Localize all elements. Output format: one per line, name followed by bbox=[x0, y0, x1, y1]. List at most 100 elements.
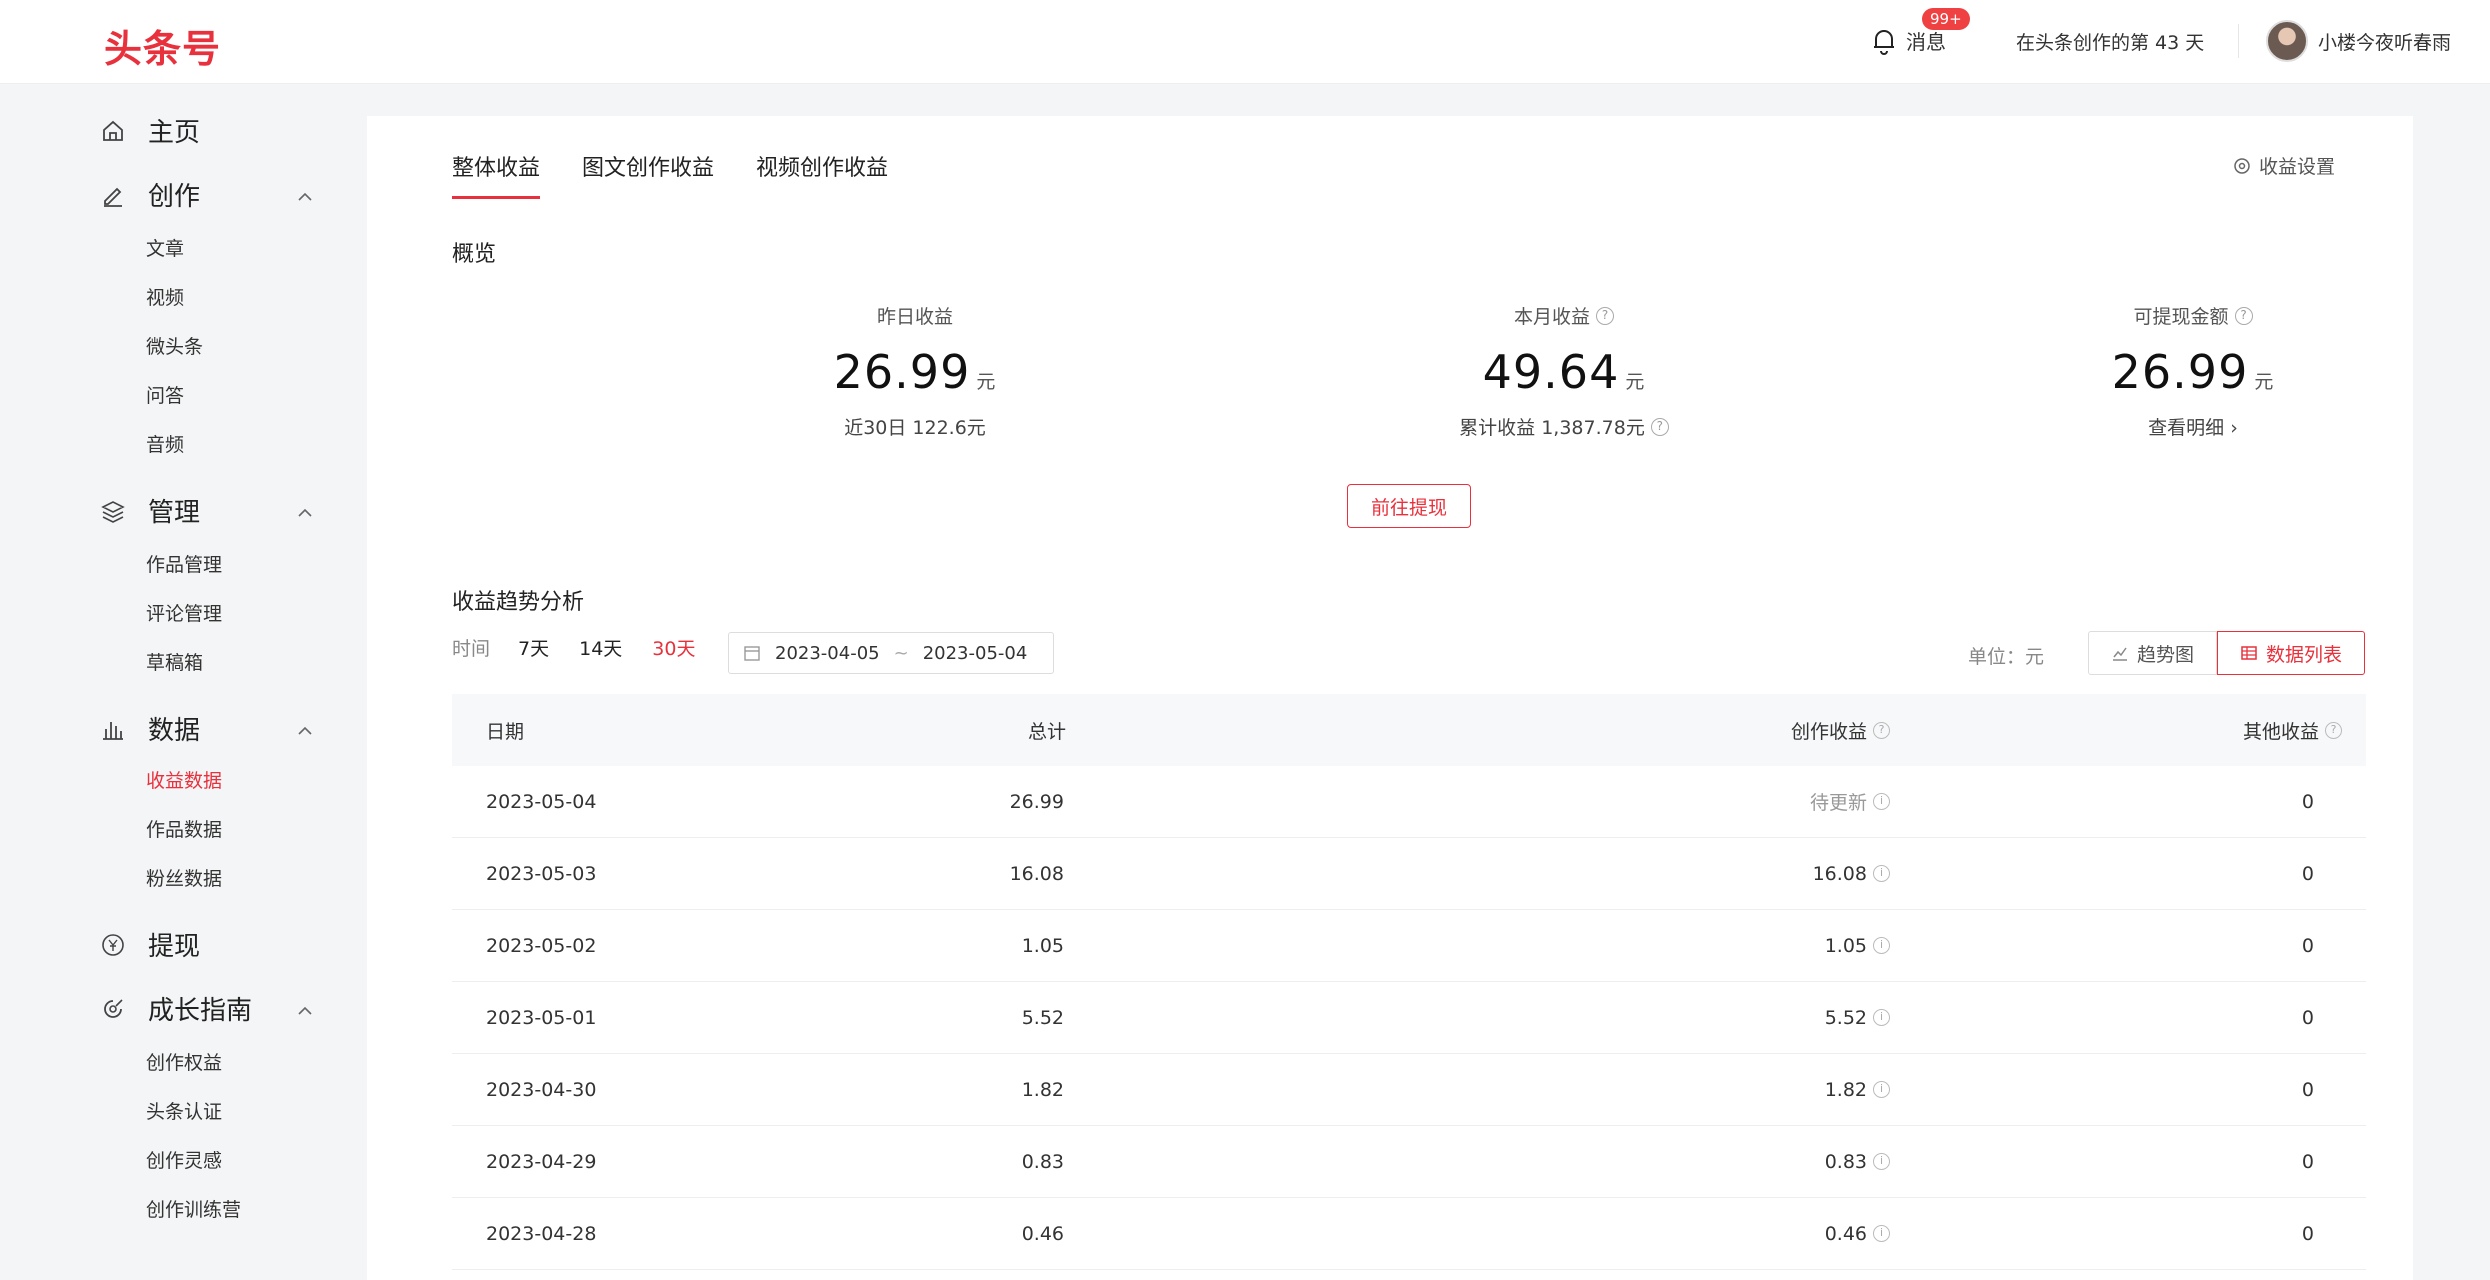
trend-chart-button[interactable]: 趋势图 bbox=[2088, 631, 2218, 675]
sidebar-item-training-camp[interactable]: 创作训练营 bbox=[146, 1195, 241, 1222]
cell-date: 2023-05-03 bbox=[486, 863, 596, 885]
date-start: 2023-04-05 bbox=[775, 642, 880, 664]
chevron-up-icon[interactable] bbox=[296, 504, 314, 522]
sidebar-item-micro-posts[interactable]: 微头条 bbox=[146, 332, 203, 359]
go-withdraw-button[interactable]: 前往提现 bbox=[1347, 484, 1471, 528]
cell-date-value: 2023-05-02 bbox=[486, 934, 597, 957]
cell-other-revenue-value: 0 bbox=[2301, 790, 2314, 813]
cell-other-revenue-value: 0 bbox=[2301, 1006, 2314, 1029]
cell-creation-revenue: 1.82 i bbox=[1825, 1079, 1890, 1101]
chevron-up-icon[interactable] bbox=[296, 1002, 314, 1020]
help-icon[interactable]: ? bbox=[1596, 306, 1614, 325]
help-icon[interactable]: ? bbox=[1650, 417, 1669, 436]
info-icon[interactable]: i bbox=[1873, 1225, 1890, 1242]
range-7d-option[interactable]: 7天 bbox=[518, 634, 549, 661]
stat-unit: 元 bbox=[976, 371, 997, 393]
logo[interactable]: 头条号 bbox=[104, 18, 221, 73]
sidebar-item-growth-guide[interactable]: 成长指南 bbox=[100, 990, 252, 1027]
sidebar-item-manage[interactable]: 管理 bbox=[100, 492, 200, 529]
chevron-up-icon[interactable] bbox=[296, 722, 314, 740]
info-icon[interactable]: i bbox=[1873, 1153, 1890, 1170]
table-icon bbox=[2241, 646, 2257, 660]
cell-other-revenue-value: 0 bbox=[2301, 1150, 2314, 1173]
cell-total: 0.83 bbox=[1022, 1151, 1064, 1173]
cell-creation-revenue: 0.83 i bbox=[1825, 1151, 1890, 1173]
sidebar-item-certification[interactable]: 头条认证 bbox=[146, 1097, 222, 1124]
sidebar-item-qa[interactable]: 问答 bbox=[146, 381, 184, 408]
sidebar-item-data[interactable]: 数据 bbox=[100, 710, 200, 747]
range-14d-option[interactable]: 14天 bbox=[579, 634, 622, 661]
cell-date-value: 2023-05-01 bbox=[486, 1006, 597, 1029]
cell-date-value: 2023-04-29 bbox=[486, 1150, 597, 1173]
sidebar-item-works-data[interactable]: 作品数据 bbox=[146, 815, 222, 842]
chevron-up-icon[interactable] bbox=[296, 188, 314, 206]
tab-overall-revenue[interactable]: 整体收益 bbox=[452, 150, 541, 199]
settings-label: 收益设置 bbox=[2258, 156, 2335, 178]
stat-label: 本月收益 bbox=[1513, 306, 1590, 328]
sidebar-item-works-manage[interactable]: 作品管理 bbox=[146, 550, 222, 577]
stat-label: 可提现金额 bbox=[2133, 306, 2229, 328]
sidebar-item-fans-data[interactable]: 粉丝数据 bbox=[146, 864, 222, 891]
sidebar-item-create[interactable]: 创作 bbox=[100, 176, 200, 213]
info-icon[interactable]: i bbox=[1873, 937, 1890, 954]
sidebar-item-revenue-data[interactable]: 收益数据 bbox=[146, 766, 222, 793]
sidebar-item-comments-manage[interactable]: 评论管理 bbox=[146, 599, 222, 626]
tab-video-revenue[interactable]: 视频创作收益 bbox=[756, 150, 888, 199]
header-total: 总计 bbox=[1027, 720, 1066, 743]
growth-icon bbox=[104, 998, 123, 1018]
sidebar-item-drafts[interactable]: 草稿箱 bbox=[146, 648, 203, 675]
view-details-link[interactable]: 查看明细 › bbox=[2148, 413, 2238, 440]
revenue-settings-button[interactable]: 收益设置 bbox=[2233, 152, 2335, 179]
range-30d-option[interactable]: 30天 bbox=[652, 634, 695, 661]
cell-date: 2023-05-04 bbox=[486, 791, 596, 813]
sidebar-item-audio[interactable]: 音频 bbox=[146, 430, 184, 457]
cell-creation-revenue: 5.52 i bbox=[1825, 1007, 1890, 1029]
info-icon[interactable]: i bbox=[1873, 1081, 1890, 1098]
cell-total-value: 5.52 bbox=[1021, 1006, 1064, 1029]
sidebar-item-creator-rights[interactable]: 创作权益 bbox=[146, 1048, 222, 1075]
messages-badge: 99+ bbox=[1922, 8, 1970, 30]
help-icon[interactable]: ? bbox=[2325, 721, 2342, 739]
time-filter: 时间 7天 14天 30天 bbox=[452, 634, 725, 661]
info-icon[interactable]: i bbox=[1873, 1009, 1890, 1026]
cell-creation-revenue-value: 1.05 bbox=[1824, 934, 1867, 957]
help-icon[interactable]: ? bbox=[1873, 721, 1890, 739]
avatar[interactable] bbox=[2266, 20, 2308, 62]
cell-date: 2023-05-01 bbox=[486, 1007, 596, 1029]
sidebar-item-inspiration[interactable]: 创作灵感 bbox=[146, 1146, 222, 1173]
line-chart-icon bbox=[2113, 647, 2127, 661]
date-range-picker[interactable]: 2023-04-05 ~ 2023-05-04 bbox=[728, 632, 1054, 674]
table-row: 2023-05-01 5.52 5.52 i 0 bbox=[452, 982, 2366, 1054]
header-other-label: 其他收益 bbox=[2242, 720, 2319, 743]
main-panel: 整体收益 图文创作收益 视频创作收益 收益设置 概览 昨日收益 26.99 元 近… bbox=[367, 116, 2413, 1280]
table-row: 2023-04-30 1.82 1.82 i 0 bbox=[452, 1054, 2366, 1126]
header-creation-revenue: 创作收益? bbox=[1791, 717, 1890, 744]
cell-other-revenue-value: 0 bbox=[2301, 934, 2314, 957]
cell-other-revenue-value: 0 bbox=[2301, 862, 2314, 885]
cell-date-value: 2023-04-28 bbox=[486, 1222, 597, 1245]
revenue-table: 日期 总计 创作收益? 其他收益? 2023-05-04 26.99 待更新 i 0 20… bbox=[452, 694, 2366, 1270]
username[interactable]: 小楼今夜听春雨 bbox=[2318, 28, 2451, 55]
cell-other-revenue: 0 bbox=[2302, 935, 2314, 957]
bar-chart-icon bbox=[103, 721, 123, 740]
cell-creation-revenue: 待更新 i bbox=[1810, 788, 1890, 815]
info-icon[interactable]: i bbox=[1873, 865, 1890, 882]
stat-month: 本月收益? 49.64 元 累计收益 1,387.78元? bbox=[1354, 302, 1774, 440]
info-icon[interactable]: i bbox=[1873, 793, 1890, 810]
sidebar-item-videos[interactable]: 视频 bbox=[146, 283, 184, 310]
home-icon bbox=[103, 120, 123, 141]
time-label: 时间 bbox=[452, 638, 491, 660]
cell-other-revenue: 0 bbox=[2302, 791, 2314, 813]
help-icon[interactable]: ? bbox=[2234, 306, 2253, 325]
sidebar-item-articles[interactable]: 文章 bbox=[146, 234, 184, 261]
stat-label: 昨日收益 bbox=[876, 306, 953, 328]
sidebar-item-withdraw[interactable]: 提现 bbox=[100, 926, 200, 963]
tab-article-revenue[interactable]: 图文创作收益 bbox=[582, 150, 714, 199]
cell-total: 1.82 bbox=[1022, 1079, 1064, 1101]
sidebar-item-home[interactable]: 主页 bbox=[100, 112, 200, 149]
trend-title: 收益趋势分析 bbox=[452, 590, 585, 615]
unit-label: 单位：元 bbox=[1968, 646, 2045, 668]
data-list-button[interactable]: 数据列表 bbox=[2217, 631, 2366, 675]
messages-button[interactable]: 消息 bbox=[1872, 26, 1946, 55]
cell-other-revenue-value: 0 bbox=[2301, 1222, 2314, 1245]
